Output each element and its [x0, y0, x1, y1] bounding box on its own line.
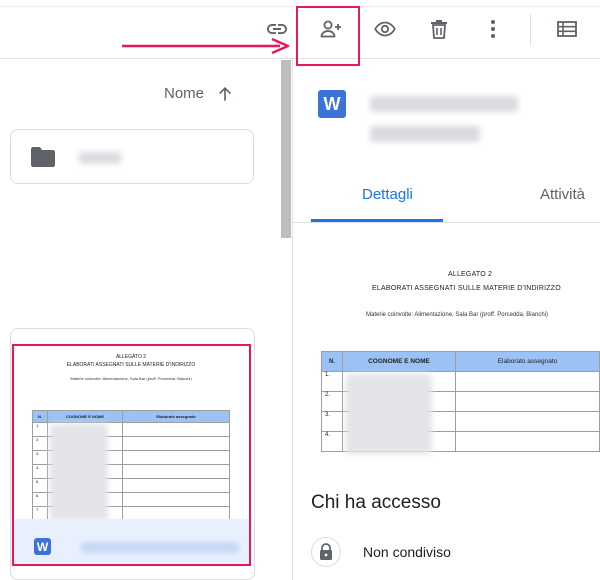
preview-col-n: N. — [321, 351, 343, 372]
row-number: 3. — [321, 411, 343, 432]
arrow-up-icon[interactable] — [215, 84, 235, 104]
preview-col-work: Elaborato assegnato — [455, 351, 600, 372]
word-doc-icon-large: W — [318, 90, 346, 118]
tab-active-indicator — [311, 219, 443, 222]
list-scrollbar[interactable] — [281, 60, 291, 238]
row-work-cell — [455, 391, 600, 412]
tab-attivita[interactable]: Attività — [540, 186, 585, 203]
redacted-title-line-2 — [370, 126, 480, 142]
list-view-button[interactable] — [552, 14, 582, 44]
eye-icon — [374, 21, 396, 37]
redacted-folder-name — [79, 152, 121, 164]
row-work-cell — [455, 371, 600, 392]
preview-heading-2: ELABORATI ASSEGNATI SULLE MATERIE D'INDI… — [372, 285, 561, 292]
folder-icon — [31, 147, 55, 167]
access-avatar — [311, 537, 341, 567]
redacted-title-line-1 — [370, 96, 518, 112]
annotation-arrow-icon — [122, 38, 290, 54]
lock-icon — [320, 543, 332, 560]
preview-col-name: COGNOME E NOME — [342, 351, 456, 372]
row-number: 1. — [321, 371, 343, 392]
row-number: 4. — [321, 431, 343, 452]
tabs-divider — [293, 222, 600, 223]
delete-button[interactable] — [424, 14, 454, 44]
tab-dettagli[interactable]: Dettagli — [362, 186, 413, 203]
access-title: Chi ha accesso — [311, 492, 441, 513]
preview-subtitle: Materie coinvolte: Alimentazione, Sala B… — [366, 312, 548, 318]
trash-icon — [431, 20, 447, 39]
row-number: 2. — [321, 391, 343, 412]
toolbar-divider — [530, 14, 531, 46]
more-actions-button[interactable] — [478, 14, 508, 44]
more-vert-icon — [491, 20, 495, 38]
folder-card[interactable] — [10, 129, 254, 184]
row-work-cell — [455, 431, 600, 452]
sort-by-name-label[interactable]: Nome — [164, 85, 204, 102]
preview-button[interactable] — [370, 14, 400, 44]
file-highlight-frame — [12, 344, 251, 566]
share-highlight-frame — [296, 6, 360, 66]
preview-heading-1: ALLEGATO 2 — [448, 271, 493, 278]
list-view-icon — [557, 21, 577, 37]
redacted-preview-names — [346, 374, 432, 454]
access-status: Non condiviso — [363, 544, 451, 560]
row-work-cell — [455, 411, 600, 432]
